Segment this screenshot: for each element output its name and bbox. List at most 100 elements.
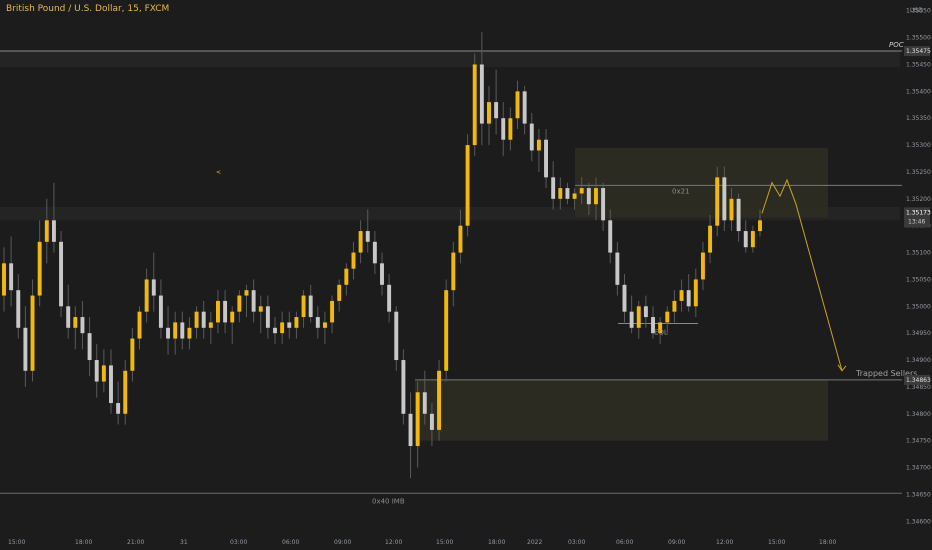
candle-body[interactable] — [758, 220, 762, 232]
candle-body[interactable] — [437, 370, 442, 430]
candle-body[interactable] — [37, 241, 42, 296]
candle-body[interactable] — [116, 403, 121, 414]
candle-body[interactable] — [223, 300, 228, 323]
candle-body[interactable] — [501, 118, 506, 140]
candle-body[interactable] — [308, 295, 313, 318]
candle-body[interactable] — [237, 295, 242, 312]
candle-body[interactable] — [372, 241, 377, 264]
candle-body[interactable] — [750, 231, 755, 248]
candle-body[interactable] — [451, 252, 456, 291]
candle-body[interactable] — [315, 317, 320, 328]
candle-body[interactable] — [594, 188, 598, 205]
candle-body[interactable] — [80, 317, 85, 334]
candle-body[interactable] — [273, 327, 277, 334]
candle-body[interactable] — [66, 306, 71, 328]
candle-body[interactable] — [693, 279, 698, 307]
candle-body[interactable] — [280, 322, 285, 334]
candle-body[interactable] — [608, 220, 613, 253]
candle-body[interactable] — [429, 413, 434, 430]
candle-body[interactable] — [230, 311, 235, 323]
candle-body[interactable] — [123, 370, 128, 414]
candle-body[interactable] — [358, 231, 363, 253]
candle-body[interactable] — [508, 118, 513, 140]
candle-body[interactable] — [679, 290, 684, 301]
candle-body[interactable] — [344, 268, 349, 285]
candle-body[interactable] — [322, 322, 327, 328]
candle-body[interactable] — [636, 306, 641, 328]
candle-body[interactable] — [544, 139, 548, 178]
candle-body[interactable] — [23, 327, 28, 371]
candle-body[interactable] — [109, 365, 113, 404]
candle-body[interactable] — [601, 188, 606, 221]
candle-body[interactable] — [401, 360, 406, 414]
candle-body[interactable] — [365, 231, 370, 242]
candle-body[interactable] — [2, 263, 6, 296]
candle-body[interactable] — [294, 317, 299, 328]
candle-body[interactable] — [187, 327, 192, 339]
candle-body[interactable] — [9, 263, 14, 291]
candle-body[interactable] — [387, 284, 392, 312]
candle-body[interactable] — [665, 311, 670, 323]
candle-body[interactable] — [144, 279, 149, 312]
candle-body[interactable] — [643, 306, 648, 318]
candle-body[interactable] — [130, 338, 135, 371]
candle-body[interactable] — [87, 333, 92, 361]
candle-body[interactable] — [479, 64, 484, 124]
candle-body[interactable] — [472, 64, 477, 146]
candle-body[interactable] — [522, 91, 527, 124]
candle-body[interactable] — [180, 322, 185, 339]
candle-body[interactable] — [59, 241, 64, 307]
candle-body[interactable] — [251, 290, 256, 312]
candle-body[interactable] — [515, 91, 520, 119]
candle-body[interactable] — [380, 263, 384, 285]
candle-body[interactable] — [394, 311, 399, 361]
candle-body[interactable] — [30, 295, 35, 371]
candle-body[interactable] — [458, 225, 463, 253]
candle-body[interactable] — [216, 300, 220, 323]
candle-body[interactable] — [208, 322, 213, 328]
candle-body[interactable] — [16, 290, 21, 328]
candle-body[interactable] — [729, 198, 734, 221]
candle-body[interactable] — [265, 306, 270, 328]
candle-body[interactable] — [743, 231, 748, 248]
candle-body[interactable] — [622, 284, 627, 312]
candle-body[interactable] — [201, 311, 206, 328]
candle-body[interactable] — [44, 220, 49, 242]
candle-body[interactable] — [536, 139, 541, 151]
candle-body[interactable] — [258, 306, 263, 312]
candle-body[interactable] — [351, 252, 356, 269]
candle-body[interactable] — [715, 177, 720, 226]
candle-body[interactable] — [408, 413, 413, 447]
candle-body[interactable] — [287, 322, 292, 328]
candle-body[interactable] — [415, 392, 420, 447]
candle-body[interactable] — [158, 295, 163, 328]
candle-body[interactable] — [330, 300, 335, 323]
candle-body[interactable] — [166, 327, 170, 339]
candle-body[interactable] — [487, 102, 491, 124]
candle-body[interactable] — [586, 188, 591, 205]
candle-body[interactable] — [422, 392, 427, 414]
candle-body[interactable] — [73, 317, 78, 328]
candle-body[interactable] — [565, 188, 570, 199]
candle-body[interactable] — [686, 290, 691, 307]
candle-body[interactable] — [700, 252, 705, 280]
candle-body[interactable] — [94, 360, 99, 382]
candle-body[interactable] — [579, 188, 584, 194]
candle-body[interactable] — [444, 290, 449, 371]
candle-body[interactable] — [494, 102, 499, 119]
candle-body[interactable] — [194, 311, 199, 328]
candle-body[interactable] — [708, 225, 713, 253]
candle-body[interactable] — [301, 295, 306, 318]
candle-body[interactable] — [736, 198, 741, 232]
candle-body[interactable] — [337, 284, 342, 301]
candle-body[interactable] — [615, 252, 620, 285]
candle-body[interactable] — [672, 300, 677, 312]
candle-body[interactable] — [551, 177, 556, 199]
candle-body[interactable] — [137, 311, 142, 339]
candle-body[interactable] — [244, 290, 249, 296]
candle-body[interactable] — [722, 177, 727, 221]
candle-body[interactable] — [529, 123, 534, 151]
candle-body[interactable] — [101, 365, 106, 382]
candle-body[interactable] — [558, 188, 563, 199]
candle-body[interactable] — [629, 311, 634, 328]
